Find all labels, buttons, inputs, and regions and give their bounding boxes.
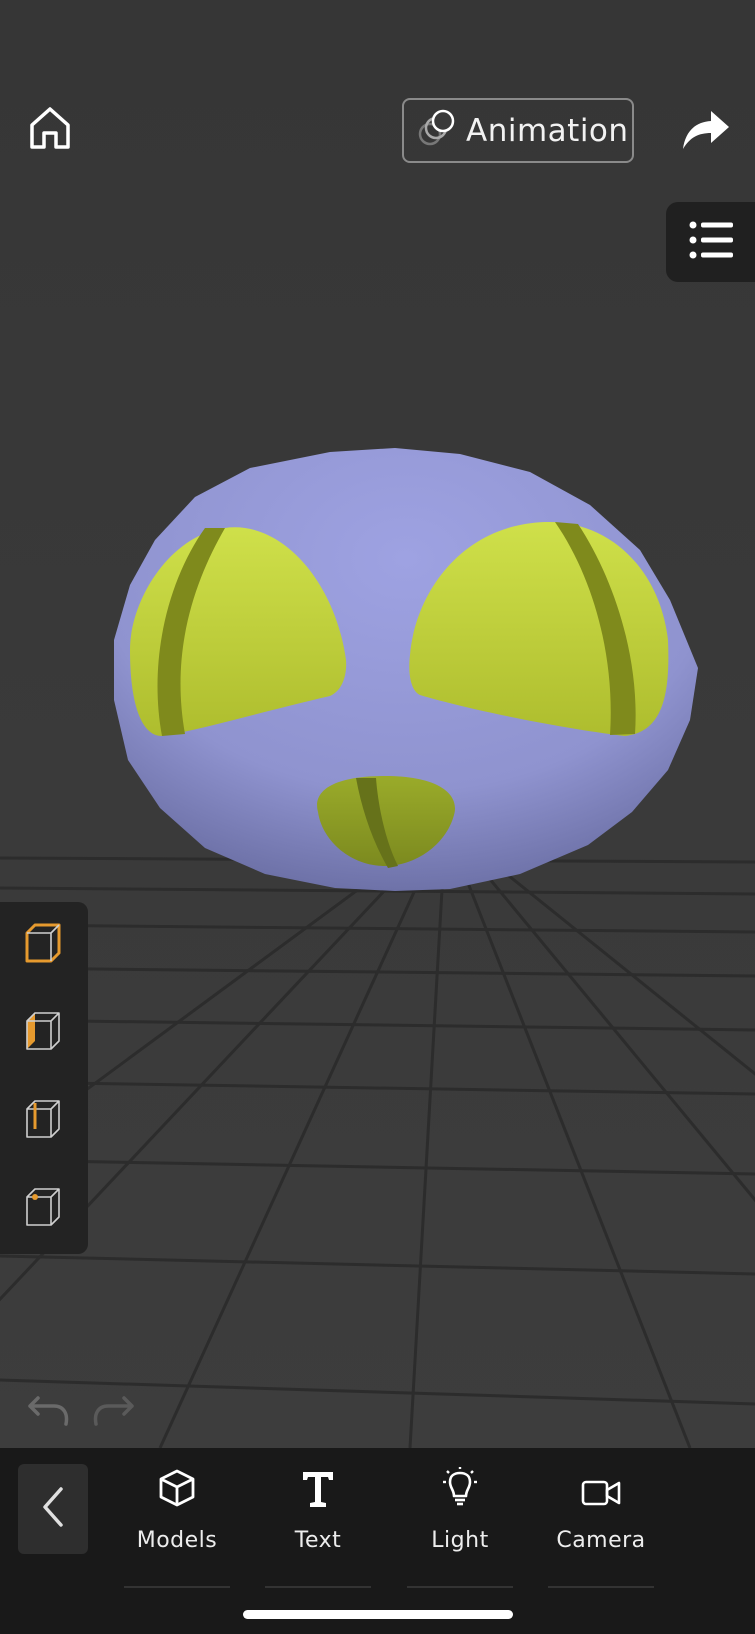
lightbulb-icon (440, 1466, 480, 1512)
select-object-button[interactable] (20, 922, 66, 968)
animation-icon (418, 108, 456, 154)
share-arrow-icon (681, 109, 731, 155)
home-button[interactable] (22, 100, 78, 160)
tab-text[interactable]: Text (265, 1468, 371, 1588)
video-camera-icon (581, 1478, 621, 1512)
3d-viewport[interactable] (0, 0, 755, 1448)
home-icon (28, 105, 72, 155)
tab-divider (548, 1586, 654, 1588)
list-icon (689, 220, 733, 264)
select-edge-button[interactable] (20, 1098, 66, 1144)
tab-light-label: Light (431, 1528, 489, 1553)
cube-face-icon (23, 1011, 63, 1055)
cube-icon (157, 1468, 197, 1512)
text-t-icon (301, 1470, 335, 1512)
scene-list-button[interactable] (666, 202, 755, 282)
tab-models[interactable]: Models (124, 1468, 230, 1588)
cube-outline-icon (23, 923, 63, 967)
tab-text-label: Text (294, 1528, 342, 1553)
tab-divider (265, 1586, 371, 1588)
select-vertex-button[interactable] (20, 1186, 66, 1232)
tab-light[interactable]: Light (407, 1466, 513, 1588)
animation-button[interactable]: Animation (402, 98, 634, 163)
cube-vertex-icon (23, 1187, 63, 1231)
redo-icon (92, 1396, 138, 1430)
bottom-toolbar: Models Text Light Camera (0, 1448, 755, 1634)
select-face-button[interactable] (20, 1010, 66, 1056)
undo-button[interactable] (24, 1396, 70, 1426)
cube-edge-icon (23, 1099, 63, 1143)
tab-divider (407, 1586, 513, 1588)
tab-models-label: Models (136, 1528, 218, 1553)
share-button[interactable] (676, 102, 736, 162)
tab-camera-label: Camera (556, 1528, 646, 1553)
tab-camera[interactable]: Camera (548, 1468, 654, 1588)
redo-button[interactable] (92, 1396, 138, 1426)
tab-divider (124, 1586, 230, 1588)
animation-label: Animation (466, 112, 629, 149)
home-indicator[interactable] (243, 1610, 513, 1619)
undo-icon (24, 1396, 70, 1430)
selection-mode-panel (0, 902, 88, 1254)
chevron-left-icon (41, 1487, 65, 1531)
back-button[interactable] (18, 1464, 88, 1554)
